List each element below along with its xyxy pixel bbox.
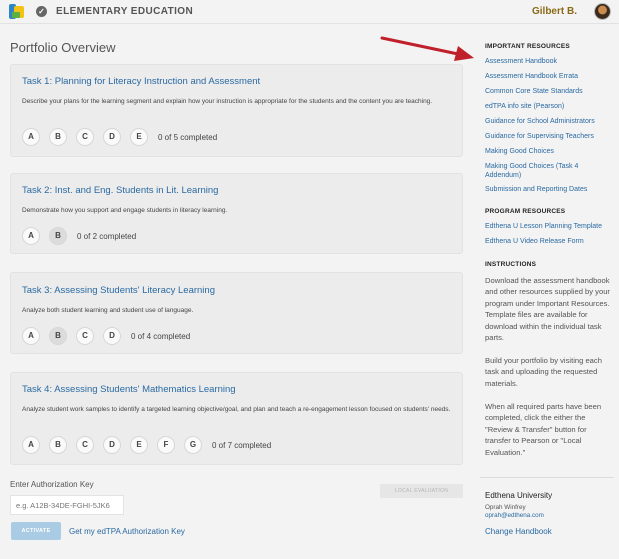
program-resource-link[interactable]: Edthena U Video Release Form bbox=[485, 237, 610, 246]
edthena-logo-icon[interactable] bbox=[9, 4, 24, 19]
instructions-heading: INSTRUCTIONS bbox=[485, 261, 537, 268]
task-description: Describe your plans for the learning seg… bbox=[22, 98, 433, 105]
user-menu[interactable]: Gilbert B. bbox=[532, 6, 577, 17]
task-progress: 0 of 7 completed bbox=[212, 440, 272, 450]
task-card-3: Task 3: Assessing Students' Literacy Lea… bbox=[10, 272, 463, 354]
check-circle-icon: ✓ bbox=[36, 6, 47, 17]
task-part-badge[interactable]: G bbox=[184, 436, 202, 454]
auth-key-label: Enter Authorization Key bbox=[10, 480, 94, 489]
task-description: Analyze both student learning and studen… bbox=[22, 307, 194, 314]
task-card-4: Task 4: Assessing Students' Mathematics … bbox=[10, 372, 463, 465]
task-part-badge[interactable]: B bbox=[49, 327, 67, 345]
task-part-badge[interactable]: A bbox=[22, 128, 40, 146]
task-progress: 0 of 5 completed bbox=[158, 132, 218, 142]
change-handbook-link[interactable]: Change Handbook bbox=[485, 527, 552, 536]
task-parts: A B 0 of 2 completed bbox=[22, 227, 136, 245]
resource-link[interactable]: Making Good Choices (Task 4 Addendum) bbox=[485, 162, 590, 180]
resource-link[interactable]: Making Good Choices bbox=[485, 147, 610, 156]
page-title: Portfolio Overview bbox=[10, 40, 116, 55]
university-name: Edthena University bbox=[485, 491, 553, 500]
task-part-badge[interactable]: A bbox=[22, 327, 40, 345]
task-card-2: Task 2: Inst. and Eng. Students in Lit. … bbox=[10, 173, 463, 254]
task-description: Demonstrate how you support and engage s… bbox=[22, 207, 228, 214]
task-part-badge[interactable]: C bbox=[76, 128, 94, 146]
sidebar-divider bbox=[480, 477, 614, 478]
task-part-badge[interactable]: C bbox=[76, 327, 94, 345]
task-part-badge[interactable]: B bbox=[49, 128, 67, 146]
task-progress: 0 of 2 completed bbox=[77, 231, 137, 241]
top-bar: ✓ ELEMENTARY EDUCATION Gilbert B. bbox=[0, 0, 619, 24]
task-parts: A B C D 0 of 4 completed bbox=[22, 327, 190, 345]
task-part-badge[interactable]: B bbox=[49, 227, 67, 245]
program-title: ELEMENTARY EDUCATION bbox=[56, 6, 194, 17]
instructions-paragraph: When all required parts have been comple… bbox=[485, 402, 602, 457]
local-evaluation-button[interactable]: LOCAL EVALUATION bbox=[380, 484, 463, 498]
task-part-badge[interactable]: A bbox=[22, 227, 40, 245]
task-part-badge[interactable]: D bbox=[103, 128, 121, 146]
task-parts: A B C D E F G 0 of 7 completed bbox=[22, 436, 271, 454]
resource-link[interactable]: edTPA info site (Pearson) bbox=[485, 102, 610, 111]
task-card-1: Task 1: Planning for Literacy Instructio… bbox=[10, 64, 463, 157]
resource-link[interactable]: Common Core State Standards bbox=[485, 87, 610, 96]
task-progress: 0 of 4 completed bbox=[131, 331, 191, 341]
task-part-badge[interactable]: A bbox=[22, 436, 40, 454]
task-title[interactable]: Task 1: Planning for Literacy Instructio… bbox=[22, 76, 260, 87]
resource-link[interactable]: Guidance for Supervising Teachers bbox=[485, 132, 610, 141]
contact-email-link[interactable]: oprah@edthena.com bbox=[485, 512, 544, 519]
resource-link[interactable]: Assessment Handbook Errata bbox=[485, 72, 610, 81]
important-resources-heading: IMPORTANT RESOURCES bbox=[485, 43, 570, 50]
auth-key-input[interactable] bbox=[10, 495, 124, 515]
task-part-badge[interactable]: B bbox=[49, 436, 67, 454]
get-auth-key-link[interactable]: Get my edTPA Authorization Key bbox=[69, 527, 185, 536]
task-title[interactable]: Task 4: Assessing Students' Mathematics … bbox=[22, 384, 236, 395]
contact-name: Oprah Winfrey bbox=[485, 504, 526, 511]
task-title[interactable]: Task 3: Assessing Students' Literacy Lea… bbox=[22, 285, 215, 296]
task-part-badge[interactable]: E bbox=[130, 128, 148, 146]
task-description: Analyze student work samples to identify… bbox=[22, 406, 451, 413]
instructions-paragraph: Build your portfolio by visiting each ta… bbox=[485, 356, 602, 388]
task-part-badge[interactable]: F bbox=[157, 436, 175, 454]
resource-link[interactable]: Guidance for School Administrators bbox=[485, 117, 610, 126]
task-parts: A B C D E 0 of 5 completed bbox=[22, 128, 217, 146]
resource-link[interactable]: Assessment Handbook bbox=[485, 57, 610, 66]
program-resources-heading: PROGRAM RESOURCES bbox=[485, 208, 566, 215]
activate-button[interactable]: ACTIVATE bbox=[11, 522, 61, 540]
task-part-badge[interactable]: C bbox=[76, 436, 94, 454]
annotation-arrow-icon bbox=[380, 36, 474, 61]
task-part-badge[interactable]: E bbox=[130, 436, 148, 454]
resource-link[interactable]: Submission and Reporting Dates bbox=[485, 185, 610, 194]
task-title[interactable]: Task 2: Inst. and Eng. Students in Lit. … bbox=[22, 185, 218, 196]
avatar[interactable] bbox=[594, 3, 611, 20]
task-part-badge[interactable]: D bbox=[103, 436, 121, 454]
instructions-paragraph: Download the assessment handbook and oth… bbox=[485, 276, 610, 343]
program-resource-link[interactable]: Edthena U Lesson Planning Template bbox=[485, 222, 610, 231]
task-part-badge[interactable]: D bbox=[103, 327, 121, 345]
